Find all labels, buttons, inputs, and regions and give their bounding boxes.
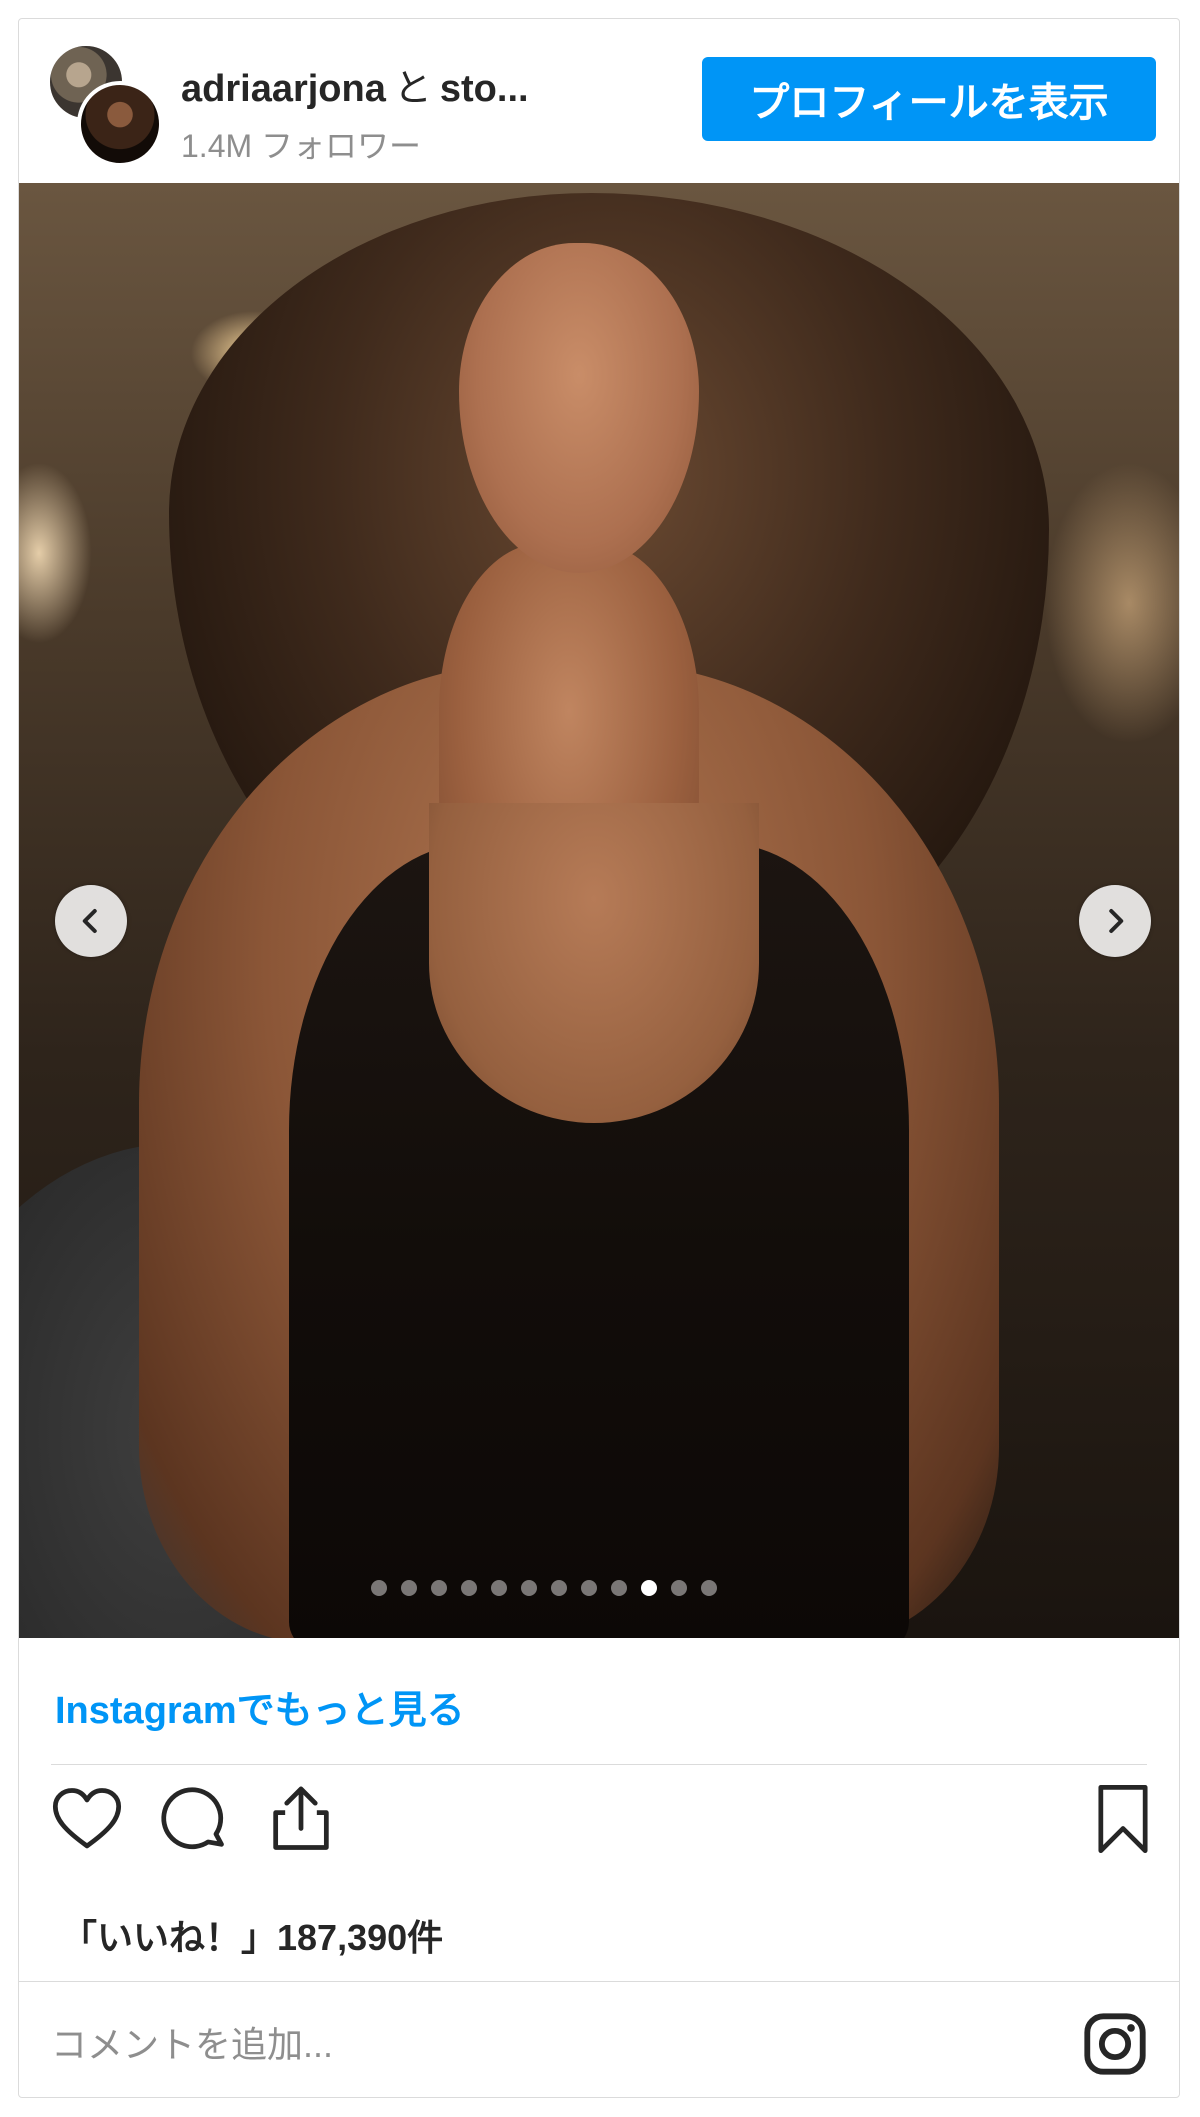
view-profile-button[interactable]: プロフィールを表示 [702,57,1156,141]
share-icon[interactable] [263,1781,339,1857]
carousel-indicator [19,1580,1124,1596]
comment-icon[interactable] [155,1781,231,1857]
like-count: 「いいね！」187,390件 [61,1917,444,1958]
carousel-dot [641,1580,657,1596]
carousel-dot [671,1580,687,1596]
bookmark-icon[interactable] [1085,1781,1161,1857]
previous-slide-button[interactable] [55,885,127,957]
section-divider [51,1764,1147,1765]
instagram-icon[interactable] [1080,2009,1150,2079]
photo-neckline [429,803,759,1123]
carousel-dot [701,1580,717,1596]
carousel-dot [521,1580,537,1596]
carousel-dot [551,1580,567,1596]
heart-icon[interactable] [49,1781,125,1857]
view-more-on-instagram-link[interactable]: Instagramでもっと見る [55,1679,465,1734]
comment-input[interactable] [49,2009,953,2081]
post-media[interactable] [19,183,1179,1638]
follower-count: 1.4M フォロワー [181,128,422,164]
carousel-dot [371,1580,387,1596]
user-avatar[interactable] [77,81,163,167]
chevron-right-icon [1109,909,1124,933]
action-bar [19,1781,1179,1881]
carousel-dot [611,1580,627,1596]
carousel-dot [461,1580,477,1596]
username-line: adriaarjona と sto... [181,57,529,112]
carousel-dot [401,1580,417,1596]
carousel-dot [491,1580,507,1596]
post-header: adriaarjona と sto... 1.4M フォロワー プロフィールを表示 [19,19,1179,183]
username-link[interactable]: adriaarjona [181,68,386,110]
username-conjunction: と [393,68,432,110]
instagram-embed-card: adriaarjona と sto... 1.4M フォロワー プロフィールを表示 … [18,18,1180,2098]
carousel-dot [431,1580,447,1596]
chevron-left-icon [82,909,97,933]
next-slide-button[interactable] [1079,885,1151,957]
collaborator-link[interactable]: sto... [440,68,529,110]
avatar-group[interactable] [47,43,163,167]
carousel-dot [581,1580,597,1596]
comment-divider [19,1981,1179,1982]
